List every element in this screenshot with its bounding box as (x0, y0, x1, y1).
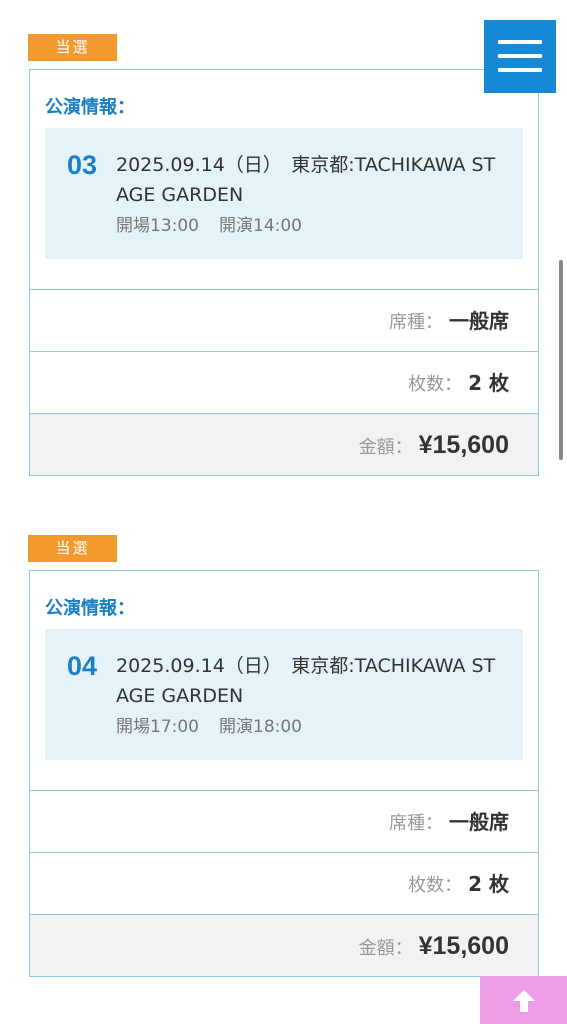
performance-info-label: 公演情報： (45, 97, 135, 118)
show-start-time: 開演18:00 (219, 717, 302, 737)
arrow-up-icon (513, 990, 535, 1012)
amount-label: 金額： (358, 437, 413, 458)
performance-info-box: 03 2025.09.14（日） 東京都:TACHIKAWA STAGE GAR… (45, 128, 523, 259)
ticket-card: 公演情報： 04 2025.09.14（日） 東京都:TACHIKAWA STA… (29, 570, 539, 977)
back-to-top-button[interactable] (480, 976, 567, 1024)
seat-type-label: 席種： (389, 813, 443, 834)
amount-row: 金額： ¥15,600 (30, 914, 538, 976)
seat-type-value: 一般席 (449, 810, 509, 834)
performance-description: 2025.09.14（日） 東京都:TACHIKAWA STAGE GARDEN (116, 154, 496, 206)
show-start-time: 開演14:00 (219, 216, 302, 236)
ticket-count-row: 枚数： 2 枚 (30, 351, 538, 413)
performance-description: 2025.09.14（日） 東京都:TACHIKAWA STAGE GARDEN (116, 655, 496, 707)
seat-type-label: 席種： (389, 312, 443, 333)
ticket-count-value: 2 枚 (468, 371, 509, 395)
door-open-time: 開場17:00 (116, 717, 199, 737)
performance-info-box: 04 2025.09.14（日） 東京都:TACHIKAWA STAGE GAR… (45, 629, 523, 760)
status-badge: 当選 (28, 535, 117, 562)
performance-number: 04 (67, 651, 98, 681)
amount-row: 金額： ¥15,600 (30, 413, 538, 475)
seat-type-value: 一般席 (449, 309, 509, 333)
door-open-time: 開場13:00 (116, 216, 199, 236)
amount-value: ¥15,600 (418, 431, 509, 459)
performance-times: 開場17:00 開演18:00 (116, 712, 302, 737)
ticket-count-row: 枚数： 2 枚 (30, 852, 538, 914)
amount-value: ¥15,600 (418, 932, 509, 960)
seat-type-row: 席種： 一般席 (30, 289, 538, 351)
amount-label: 金額： (358, 938, 413, 959)
ticket-card: 公演情報： 03 2025.09.14（日） 東京都:TACHIKAWA STA… (29, 69, 539, 476)
ticket-count-value: 2 枚 (468, 872, 509, 896)
ticket-count-label: 枚数： (408, 374, 463, 395)
ticket-count-label: 枚数： (408, 875, 463, 896)
menu-button[interactable] (484, 20, 556, 93)
scrollbar[interactable] (559, 260, 563, 460)
status-badge: 当選 (28, 34, 117, 61)
seat-type-row: 席種： 一般席 (30, 790, 538, 852)
performance-times: 開場13:00 開演14:00 (116, 211, 302, 236)
page: 当選 公演情報： 03 2025.09.14（日） 東京都:TACHIKAWA … (0, 0, 567, 1024)
performance-info-label: 公演情報： (45, 598, 135, 619)
performance-number: 03 (67, 150, 98, 180)
